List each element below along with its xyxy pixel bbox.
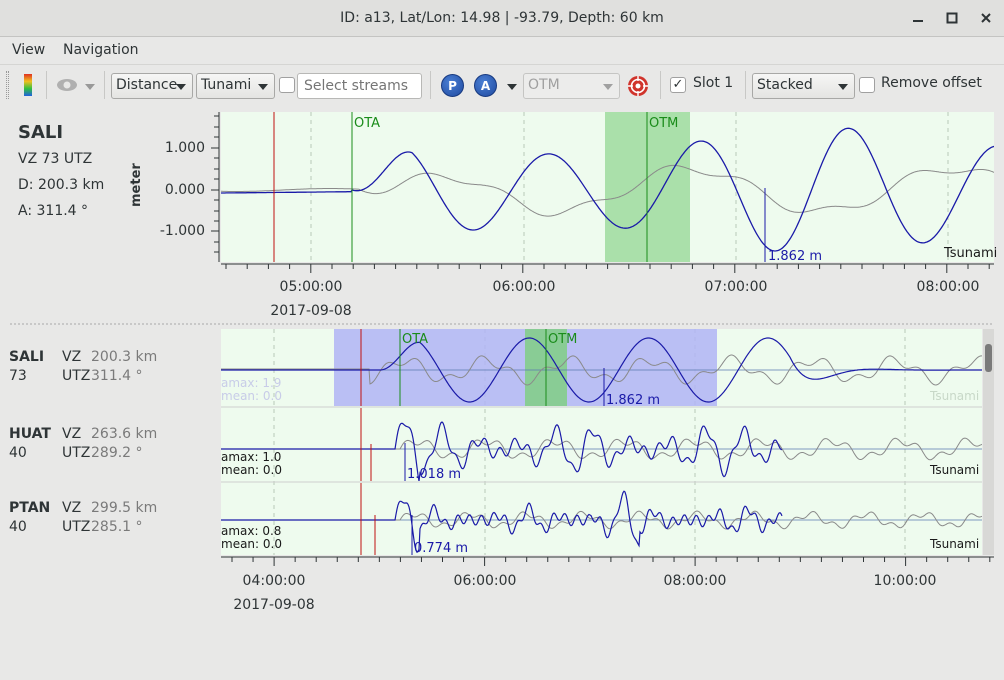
trace-1-station: HUAT: [9, 426, 51, 442]
top-x-tick-label-1: 06:00:00: [493, 279, 556, 295]
top-y-axis-label: meter: [129, 163, 144, 207]
trace-0-pick-ota-label: OTA: [402, 332, 428, 347]
trace-0-azimuth: 311.4 °: [91, 368, 143, 384]
trace-1-loc: 40: [9, 445, 27, 461]
trace-2-tag: Tsunami: [929, 537, 979, 551]
bottom-x-ticks: [231, 557, 991, 566]
bottom-x-tick-label-3: 10:00:00: [874, 573, 937, 589]
trace-0-net: UTZ: [62, 368, 91, 384]
trace-0-tag: Tsunami: [929, 389, 979, 403]
top-y-tick-1: 1.000: [165, 140, 205, 156]
top-pick-ota-label: OTA: [354, 116, 380, 131]
trace-1-azimuth: 289.2 °: [91, 445, 143, 461]
top-tag-label: Tsunami: [943, 246, 997, 261]
trace-0-amax: amax: 1.9: [221, 376, 281, 390]
top-x-tick-label-0: 05:00:00: [280, 279, 343, 295]
trace-2-net: UTZ: [62, 519, 91, 535]
trace-0-mean: mean: 0.0: [221, 389, 282, 403]
trace-2-mean: mean: 0.0: [221, 537, 282, 551]
trace-1-channel: VZ: [62, 426, 82, 442]
top-x-tick-label-3: 08:00:00: [917, 279, 980, 295]
trace-2-amax: amax: 0.8: [221, 524, 281, 538]
scrollbar-thumb[interactable]: [985, 344, 992, 372]
bottom-x-tick-label-2: 08:00:00: [664, 573, 727, 589]
bottom-x-tick-label-1: 06:00:00: [454, 573, 517, 589]
trace-1-mean: mean: 0.0: [221, 463, 282, 477]
trace-0-channel: VZ: [62, 349, 82, 365]
trace-2-amplitude-label: 0.774 m: [414, 541, 468, 556]
trace-2-distance: 299.5 km: [91, 500, 158, 516]
waveform-canvas: OTA OTM 1.862 m Tsunami 1.000 0.000 -1.0…: [10, 112, 997, 613]
trace-1-amax: amax: 1.0: [221, 450, 281, 464]
top-amplitude-label: 1.862 m: [768, 249, 822, 264]
top-y-tick-neg1: -1.000: [160, 223, 205, 239]
top-y-minor-ticks: [211, 115, 219, 253]
top-date-label: 2017-09-08: [270, 303, 351, 319]
trace-0-distance: 200.3 km: [91, 349, 158, 365]
trace-0-pick-otm-label: OTM: [548, 332, 577, 347]
top-x-ticks: [225, 264, 990, 273]
trace-1-amplitude-label: 1.018 m: [407, 467, 461, 482]
trace-1-distance: 263.6 km: [91, 426, 158, 442]
bottom-x-tick-label-0: 04:00:00: [243, 573, 306, 589]
trace-2-station: PTAN: [9, 500, 51, 516]
trace-2-channel: VZ: [62, 500, 82, 516]
trace-0-amplitude-label: 1.862 m: [606, 393, 660, 408]
top-y-tick-0: 0.000: [165, 182, 205, 198]
trace-2-azimuth: 285.1 °: [91, 519, 143, 535]
trace-2-loc: 40: [9, 519, 27, 535]
trace-1-net: UTZ: [62, 445, 91, 461]
trace-1-tag: Tsunami: [929, 463, 979, 477]
trace-0-loc: 73: [9, 368, 27, 384]
top-x-tick-label-2: 07:00:00: [705, 279, 768, 295]
bottom-date-label: 2017-09-08: [233, 597, 314, 613]
top-pick-otm-label: OTM: [649, 116, 678, 131]
trace-0-station: SALI: [9, 349, 45, 365]
